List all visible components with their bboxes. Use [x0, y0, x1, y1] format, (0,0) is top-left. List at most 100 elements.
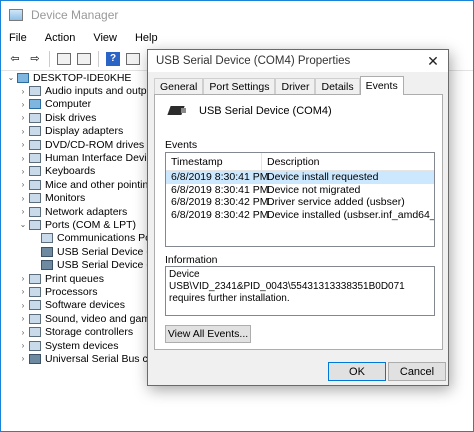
expand-chevron-icon[interactable]: ›	[17, 287, 29, 296]
dvd-icon	[29, 139, 41, 150]
event-row[interactable]: 6/8/2019 8:30:42 PM Driver service added …	[166, 196, 434, 209]
tree-item-label: Monitors	[45, 192, 86, 205]
cancel-button[interactable]: Cancel	[388, 362, 446, 381]
tree-item[interactable]: USB Serial Device (C	[1, 258, 161, 271]
view-all-events-button[interactable]: View All Events...	[165, 325, 251, 343]
menu-help[interactable]: Help	[133, 32, 160, 44]
device-name: USB Serial Device (COM4)	[199, 105, 332, 117]
expand-chevron-icon[interactable]: ›	[17, 167, 29, 176]
action-pane-icon[interactable]	[125, 51, 141, 67]
information-textbox[interactable]: Device USB\VID_2341&PID_0043\55431313338…	[165, 266, 435, 316]
expand-chevron-icon[interactable]: ›	[17, 194, 29, 203]
dialog-titlebar: USB Serial Device (COM4) Properties ✕	[148, 50, 448, 72]
tree-item-label: Universal Serial Bus cont	[45, 352, 161, 365]
expand-chevron-icon[interactable]: ›	[17, 140, 29, 149]
expand-chevron-icon[interactable]: ⌄	[5, 73, 17, 82]
tree-item[interactable]: ⌄ Ports (COM & LPT)	[1, 218, 161, 231]
tab-events[interactable]: Events	[359, 76, 404, 95]
menu-file[interactable]: File	[7, 32, 29, 44]
port-icon	[29, 219, 41, 230]
storage-icon	[29, 327, 41, 338]
tree-item[interactable]: › Print queues	[1, 272, 161, 285]
tree-item[interactable]: ⌄ DESKTOP-IDE0KHE	[1, 71, 161, 84]
tree-item[interactable]: Communications Po	[1, 232, 161, 245]
tree-item-label: Software devices	[45, 299, 125, 312]
menu-view[interactable]: View	[91, 32, 119, 44]
tree-item[interactable]: › DVD/CD-ROM drives	[1, 138, 161, 151]
tree-item-label: USB Serial Device (C	[57, 245, 158, 258]
events-table[interactable]: Timestamp Description 6/8/2019 8:30:41 P…	[165, 152, 435, 247]
tree-item[interactable]: › Software devices	[1, 299, 161, 312]
expand-chevron-icon[interactable]: ›	[17, 274, 29, 283]
expand-chevron-icon[interactable]: ›	[17, 100, 29, 109]
tree-item[interactable]: › Display adapters	[1, 125, 161, 138]
tree-item[interactable]: › Sound, video and game	[1, 312, 161, 325]
forward-arrow-icon[interactable]: ⇨	[27, 51, 43, 67]
expand-chevron-icon[interactable]: ›	[17, 180, 29, 189]
tree-item[interactable]: › Network adapters	[1, 205, 161, 218]
expand-chevron-icon[interactable]: ›	[17, 301, 29, 310]
expand-chevron-icon[interactable]: ›	[17, 87, 29, 96]
column-header-timestamp[interactable]: Timestamp	[166, 153, 262, 170]
tab-port-settings[interactable]: Port Settings	[203, 78, 276, 95]
network-icon	[29, 206, 41, 217]
tab-driver[interactable]: Driver	[275, 78, 316, 95]
tree-item-label: USB Serial Device (C	[57, 259, 158, 272]
tree-item[interactable]: › Keyboards	[1, 165, 161, 178]
expand-chevron-icon[interactable]: ›	[17, 154, 29, 163]
expand-chevron-icon[interactable]: ›	[17, 314, 29, 323]
expand-chevron-icon[interactable]: ›	[17, 127, 29, 136]
tree-item[interactable]: › Human Interface Device	[1, 151, 161, 164]
tree-item-label: DVD/CD-ROM drives	[45, 138, 145, 151]
column-header-description[interactable]: Description	[262, 156, 320, 168]
ok-button[interactable]: OK	[328, 362, 386, 381]
printer-icon	[29, 273, 41, 284]
close-icon[interactable]: ✕	[418, 50, 448, 72]
expand-chevron-icon[interactable]: ›	[17, 207, 29, 216]
tree-item[interactable]: › Storage controllers	[1, 325, 161, 338]
tree-item[interactable]: › Monitors	[1, 192, 161, 205]
tab-details[interactable]: Details	[315, 78, 360, 95]
mouse-icon	[29, 179, 41, 190]
back-arrow-icon[interactable]: ⇦	[7, 51, 23, 67]
tab-general[interactable]: General	[154, 78, 204, 95]
tree-item-label: Storage controllers	[45, 326, 134, 339]
usb-icon	[29, 353, 41, 364]
tree-item[interactable]: USB Serial Device (C	[1, 245, 161, 258]
device-manager-titlebar: Device Manager	[1, 1, 473, 29]
menu-action[interactable]: Action	[43, 32, 78, 44]
help-icon[interactable]: ?	[105, 51, 121, 67]
toolbar-separator	[98, 50, 99, 67]
usb-icon	[41, 246, 53, 257]
tree-item-label: Print queues	[45, 272, 104, 285]
events-label: Events	[165, 139, 198, 151]
tree-item[interactable]: › Universal Serial Bus cont	[1, 352, 161, 365]
tree-item-label: Communications Po	[57, 232, 151, 245]
expand-chevron-icon[interactable]: ›	[17, 341, 29, 350]
tree-item[interactable]: › Audio inputs and outpu	[1, 84, 161, 97]
event-row[interactable]: 6/8/2019 8:30:41 PM Device install reques…	[166, 171, 434, 184]
audio-icon	[29, 86, 41, 97]
expand-chevron-icon[interactable]: ›	[17, 354, 29, 363]
tree-item[interactable]: › Computer	[1, 98, 161, 111]
usb-serial-device-icon	[167, 105, 187, 117]
tree-item[interactable]: › Mice and other pointing	[1, 178, 161, 191]
event-row[interactable]: 6/8/2019 8:30:41 PM Device not migrated	[166, 184, 434, 197]
tree-item[interactable]: › Processors	[1, 285, 161, 298]
tree-item[interactable]: › System devices	[1, 339, 161, 352]
event-row[interactable]: 6/8/2019 8:30:42 PM Device installed (usb…	[166, 209, 434, 222]
tree-item-label: Keyboards	[45, 165, 96, 178]
expand-chevron-icon[interactable]: ›	[17, 328, 29, 337]
properties-dialog: USB Serial Device (COM4) Properties ✕ Ge…	[147, 49, 449, 386]
expand-chevron-icon[interactable]: ⌄	[17, 220, 29, 229]
toolbar-separator	[49, 50, 50, 67]
show-hide-console-tree-icon[interactable]	[56, 51, 72, 67]
event-timestamp: 6/8/2019 8:30:41 PM	[171, 171, 269, 184]
expand-chevron-icon[interactable]: ›	[17, 113, 29, 122]
tree-item-label: Human Interface Device	[45, 152, 158, 165]
tree-item[interactable]: › Disk drives	[1, 111, 161, 124]
software-icon	[29, 300, 41, 311]
properties-icon[interactable]	[76, 51, 92, 67]
sound-icon	[29, 313, 41, 324]
processor-icon	[29, 286, 41, 297]
